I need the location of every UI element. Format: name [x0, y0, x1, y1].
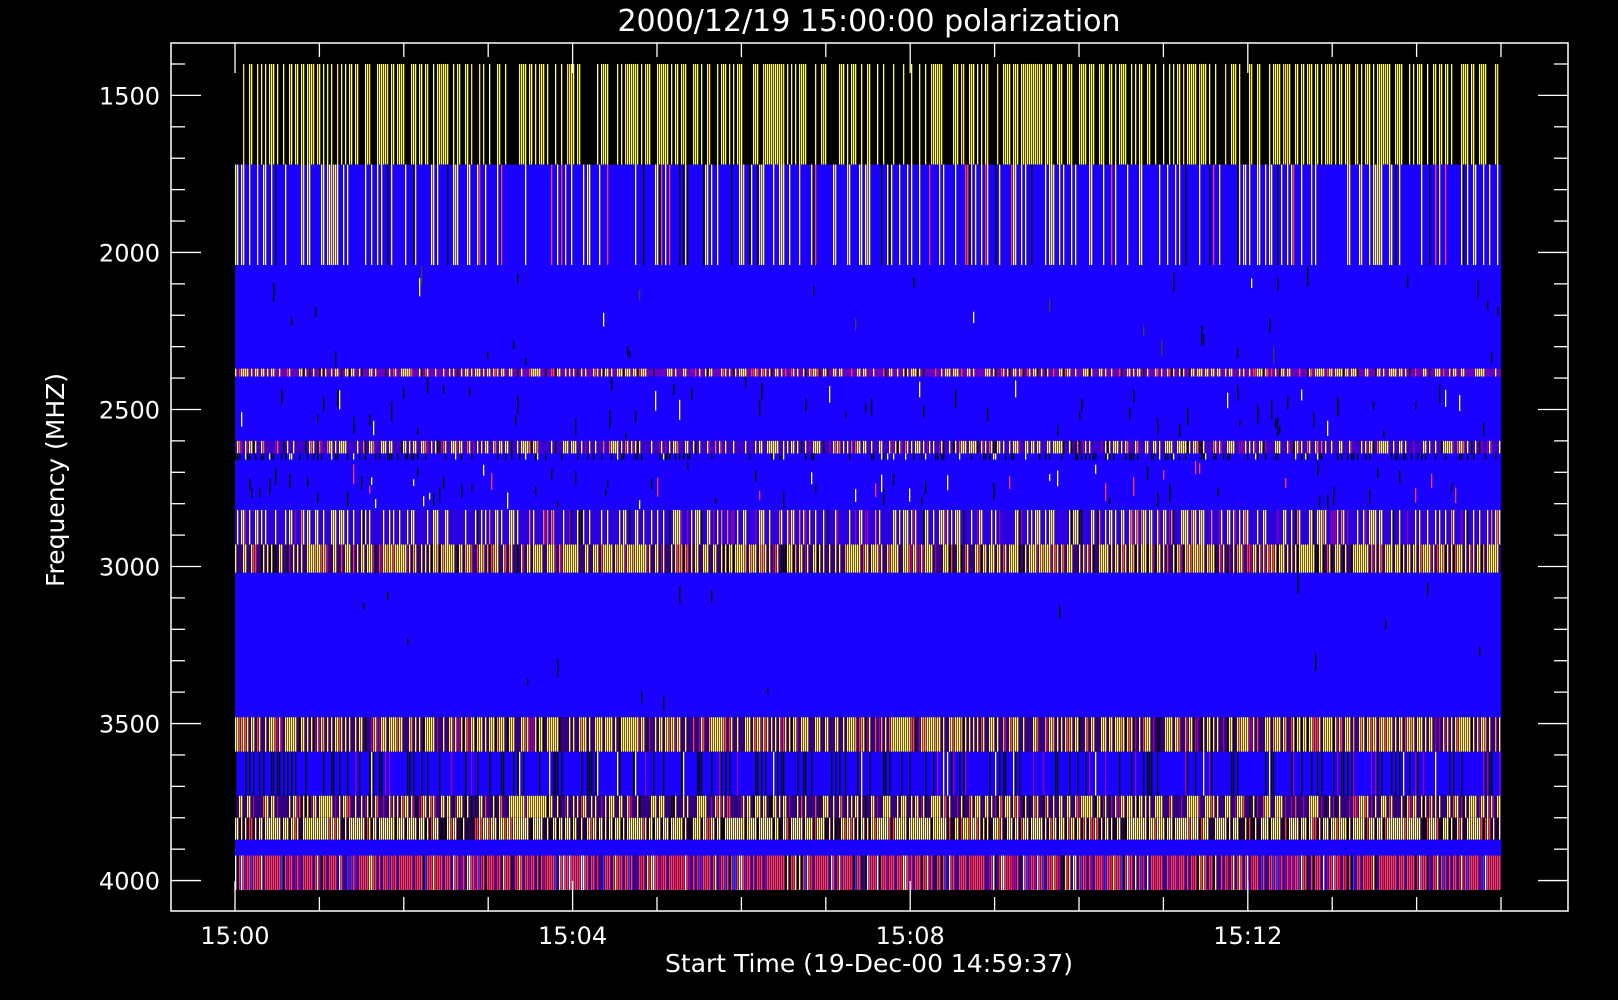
band-7 — [235, 459, 1501, 510]
x-tick-label: 15:04 — [538, 922, 607, 950]
band-4 — [235, 376, 1501, 441]
chart-title: 2000/12/19 15:00:00 polarization — [617, 4, 1120, 39]
x-tick-label: 15:12 — [1213, 922, 1282, 950]
x-tick-label: 15:08 — [876, 922, 945, 950]
y-tick-label: 4000 — [99, 868, 160, 896]
band-5 — [235, 440, 1501, 454]
heatmap — [235, 64, 1501, 890]
band-2 — [235, 265, 1501, 369]
band-15 — [235, 839, 1501, 856]
band-16-streaks — [239, 855, 1501, 890]
band-10 — [235, 572, 1501, 718]
y-tick-label: 1500 — [99, 82, 160, 110]
spectrogram-chart: 2000/12/19 15:00:00 polarization 1500 200… — [0, 0, 1618, 1000]
x-axis-label: Start Time (19-Dec-00 14:59:37) — [665, 949, 1073, 978]
y-axis-label: Frequency (MHZ) — [41, 373, 70, 587]
y-tick-label: 3000 — [99, 554, 160, 582]
y-tick-label: 2500 — [99, 396, 160, 424]
band-6 — [235, 453, 1501, 460]
y-tick-label: 3500 — [99, 711, 160, 739]
y-tick-label: 2000 — [99, 239, 160, 267]
x-tick-label: 15:00 — [200, 922, 269, 950]
